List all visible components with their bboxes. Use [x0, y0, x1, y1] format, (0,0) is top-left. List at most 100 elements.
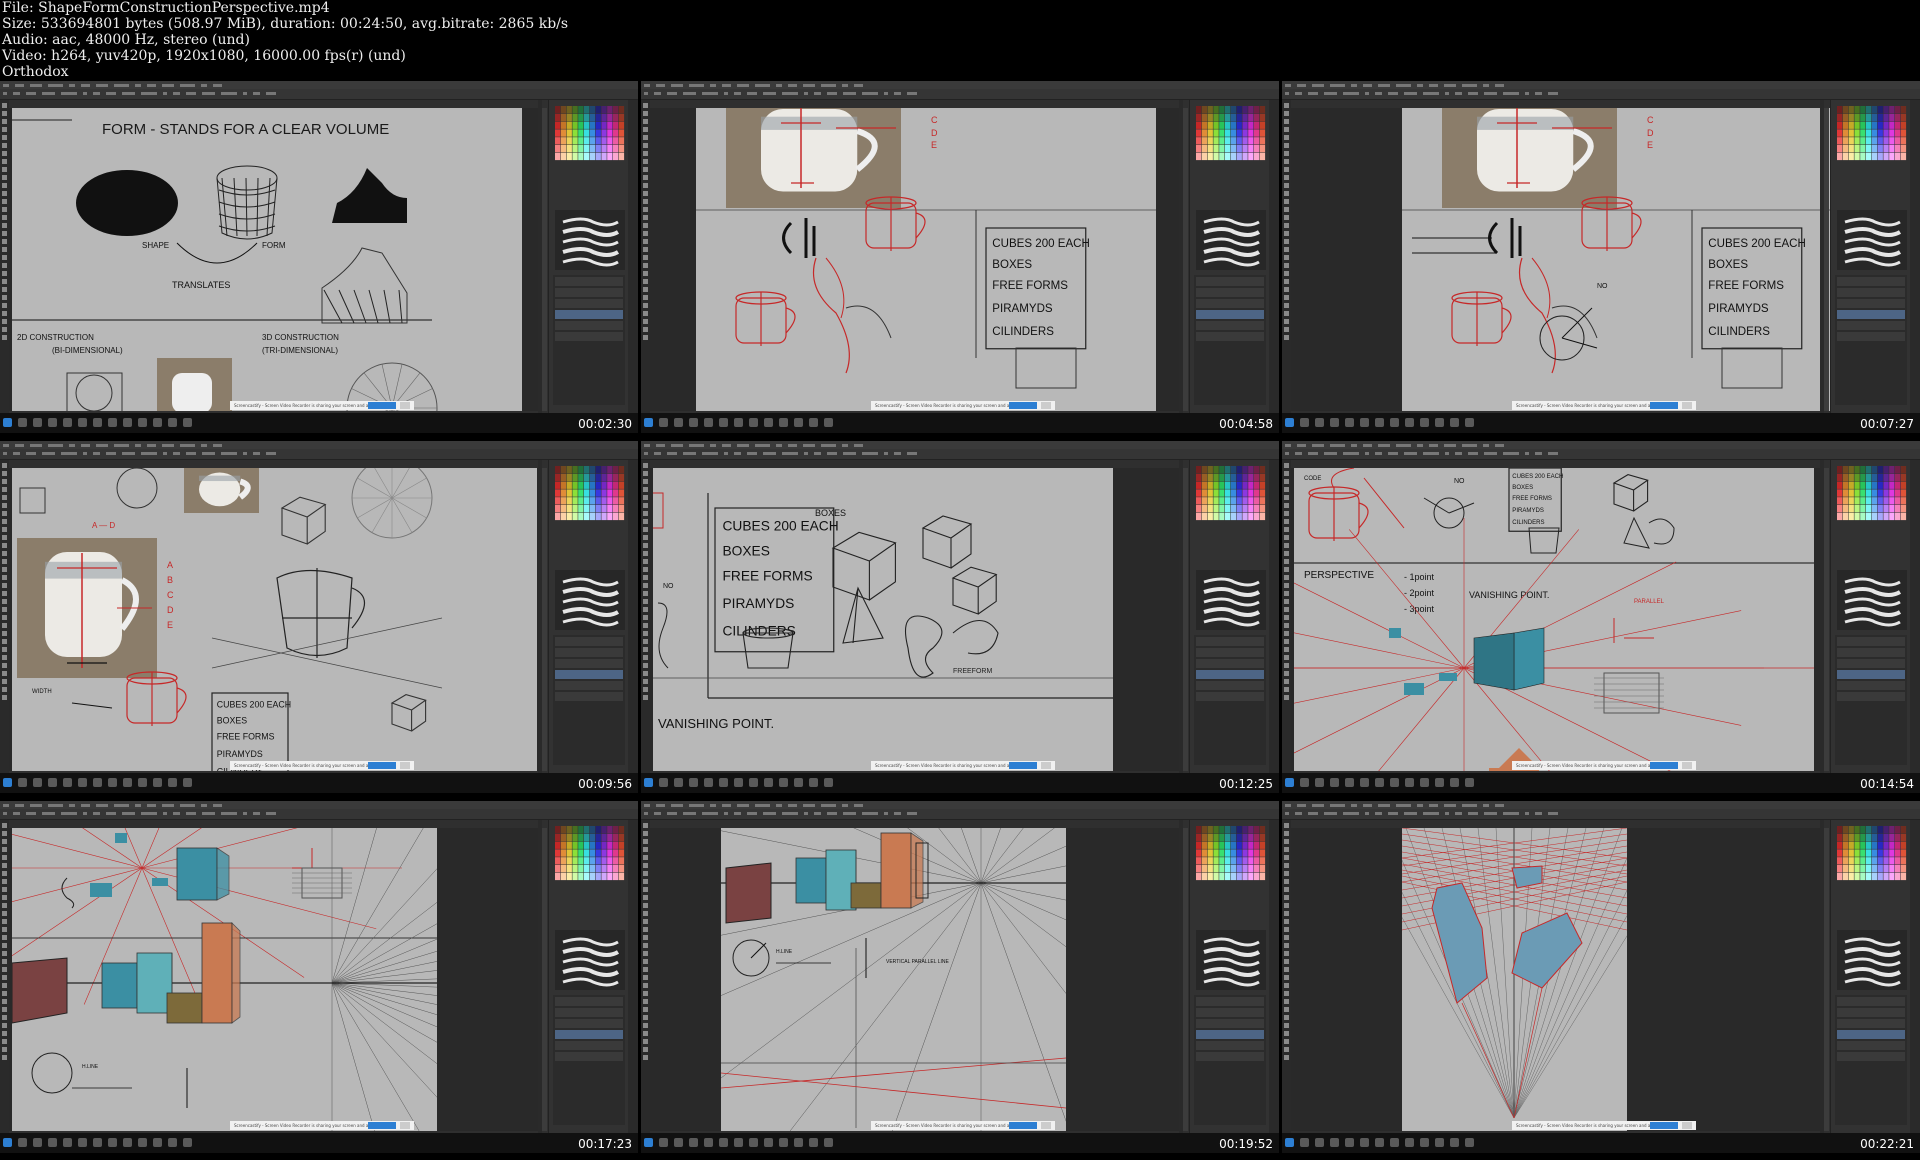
color-swatches[interactable] — [555, 106, 625, 161]
tools-panel[interactable] — [0, 100, 9, 413]
layers-panel[interactable] — [553, 635, 625, 765]
color-swatches[interactable] — [1837, 466, 1907, 521]
windows-taskbar[interactable] — [1282, 773, 1920, 793]
brush-presets[interactable] — [1196, 930, 1266, 990]
brush-presets[interactable] — [555, 210, 625, 270]
drawing-canvas[interactable]: H.LINE VERTICAL PARALLEL LINE — [721, 828, 1066, 1131]
vertical-scrollbar[interactable] — [542, 108, 547, 411]
windows-taskbar[interactable] — [0, 773, 638, 793]
stop-sharing-button[interactable] — [1650, 1122, 1678, 1129]
swatches-layers-panel[interactable] — [1830, 460, 1911, 773]
panel-icons[interactable] — [628, 820, 638, 1133]
vertical-scrollbar[interactable] — [542, 828, 547, 1131]
vertical-scrollbar[interactable] — [1824, 828, 1829, 1131]
brush-presets[interactable] — [555, 570, 625, 630]
tool-options-bar[interactable] — [0, 449, 638, 460]
vertical-scrollbar[interactable] — [1183, 828, 1188, 1131]
layers-panel[interactable] — [553, 995, 625, 1125]
tool-options-bar[interactable] — [1282, 809, 1920, 820]
app-menubar[interactable] — [1282, 81, 1920, 89]
windows-taskbar[interactable] — [641, 1133, 1279, 1153]
stop-sharing-button[interactable] — [1009, 1122, 1037, 1129]
windows-taskbar[interactable] — [641, 413, 1279, 433]
hide-button[interactable] — [1682, 402, 1692, 409]
vertical-scrollbar[interactable] — [542, 468, 547, 771]
stop-sharing-button[interactable] — [368, 402, 396, 409]
swatches-layers-panel[interactable] — [548, 820, 629, 1133]
hide-button[interactable] — [400, 762, 410, 769]
app-menubar[interactable] — [0, 801, 638, 809]
panel-icons[interactable] — [628, 100, 638, 413]
tools-panel[interactable] — [1282, 820, 1291, 1133]
layers-panel[interactable] — [1835, 635, 1907, 765]
swatches-layers-panel[interactable] — [1189, 100, 1270, 413]
windows-taskbar[interactable] — [0, 1133, 638, 1153]
panel-icons[interactable] — [628, 460, 638, 773]
stop-sharing-button[interactable] — [1009, 762, 1037, 769]
drawing-canvas[interactable]: H.LINE — [12, 828, 437, 1131]
panel-icons[interactable] — [1269, 100, 1279, 413]
selected-layer[interactable] — [555, 310, 623, 319]
color-swatches[interactable] — [1196, 466, 1266, 521]
stop-sharing-button[interactable] — [368, 762, 396, 769]
selected-layer[interactable] — [1837, 1030, 1905, 1039]
tool-options-bar[interactable] — [641, 89, 1279, 100]
selected-layer[interactable] — [555, 1030, 623, 1039]
swatches-layers-panel[interactable] — [1830, 100, 1911, 413]
selected-layer[interactable] — [1196, 310, 1264, 319]
layers-panel[interactable] — [1835, 995, 1907, 1125]
hide-button[interactable] — [1041, 1122, 1051, 1129]
selected-layer[interactable] — [1196, 1030, 1264, 1039]
drawing-canvas[interactable]: CDE CUBES 200 EACH BOXES FREE FORMS PIRA… — [696, 108, 1156, 411]
drawing-canvas[interactable]: A — D A B C D E WIDTH CUBES 200 EACH BOXES FRE… — [12, 468, 537, 771]
selected-layer[interactable] — [1196, 670, 1264, 679]
tool-options-bar[interactable] — [0, 89, 638, 100]
swatches-layers-panel[interactable] — [1189, 820, 1270, 1133]
selected-layer[interactable] — [555, 670, 623, 679]
layers-panel[interactable] — [1835, 275, 1907, 405]
tools-panel[interactable] — [1282, 100, 1291, 413]
vertical-scrollbar[interactable] — [1824, 108, 1829, 411]
layers-panel[interactable] — [1194, 275, 1266, 405]
tools-panel[interactable] — [1282, 460, 1291, 773]
hide-button[interactable] — [1041, 402, 1051, 409]
tools-panel[interactable] — [641, 100, 650, 413]
panel-icons[interactable] — [1910, 100, 1920, 413]
vertical-scrollbar[interactable] — [1183, 468, 1188, 771]
color-swatches[interactable] — [1837, 826, 1907, 881]
stop-sharing-button[interactable] — [368, 1122, 396, 1129]
layers-panel[interactable] — [1194, 635, 1266, 765]
hide-button[interactable] — [1682, 1122, 1692, 1129]
windows-taskbar[interactable] — [1282, 413, 1920, 433]
swatches-layers-panel[interactable] — [1830, 820, 1911, 1133]
layers-panel[interactable] — [1194, 995, 1266, 1125]
windows-taskbar[interactable] — [1282, 1133, 1920, 1153]
hide-button[interactable] — [1682, 762, 1692, 769]
panel-icons[interactable] — [1910, 820, 1920, 1133]
color-swatches[interactable] — [555, 826, 625, 881]
tool-options-bar[interactable] — [0, 809, 638, 820]
hide-button[interactable] — [400, 1122, 410, 1129]
app-menubar[interactable] — [0, 441, 638, 449]
swatches-layers-panel[interactable] — [548, 100, 629, 413]
tools-panel[interactable] — [0, 460, 9, 773]
swatches-layers-panel[interactable] — [548, 460, 629, 773]
tool-options-bar[interactable] — [1282, 89, 1920, 100]
brush-presets[interactable] — [1837, 930, 1907, 990]
stop-sharing-button[interactable] — [1650, 762, 1678, 769]
hide-button[interactable] — [400, 402, 410, 409]
drawing-canvas[interactable]: CODE NO CUBES 200 EACH BOXES FREE FORMS P… — [1294, 468, 1814, 771]
tools-panel[interactable] — [641, 820, 650, 1133]
brush-presets[interactable] — [1196, 570, 1266, 630]
brush-presets[interactable] — [1837, 210, 1907, 270]
drawing-canvas[interactable]: FORM - STANDS FOR A CLEAR VOLUME SHAPE FOR… — [12, 108, 522, 411]
swatches-layers-panel[interactable] — [1189, 460, 1270, 773]
app-menubar[interactable] — [641, 81, 1279, 89]
color-swatches[interactable] — [555, 466, 625, 521]
drawing-canvas[interactable]: CUBES 200 EACH BOXES FREE FORMS PIRAMYDS… — [653, 468, 1113, 771]
color-swatches[interactable] — [1196, 106, 1266, 161]
drawing-canvas[interactable] — [1402, 828, 1627, 1131]
windows-taskbar[interactable] — [641, 773, 1279, 793]
color-swatches[interactable] — [1196, 826, 1266, 881]
vertical-scrollbar[interactable] — [1824, 468, 1829, 771]
